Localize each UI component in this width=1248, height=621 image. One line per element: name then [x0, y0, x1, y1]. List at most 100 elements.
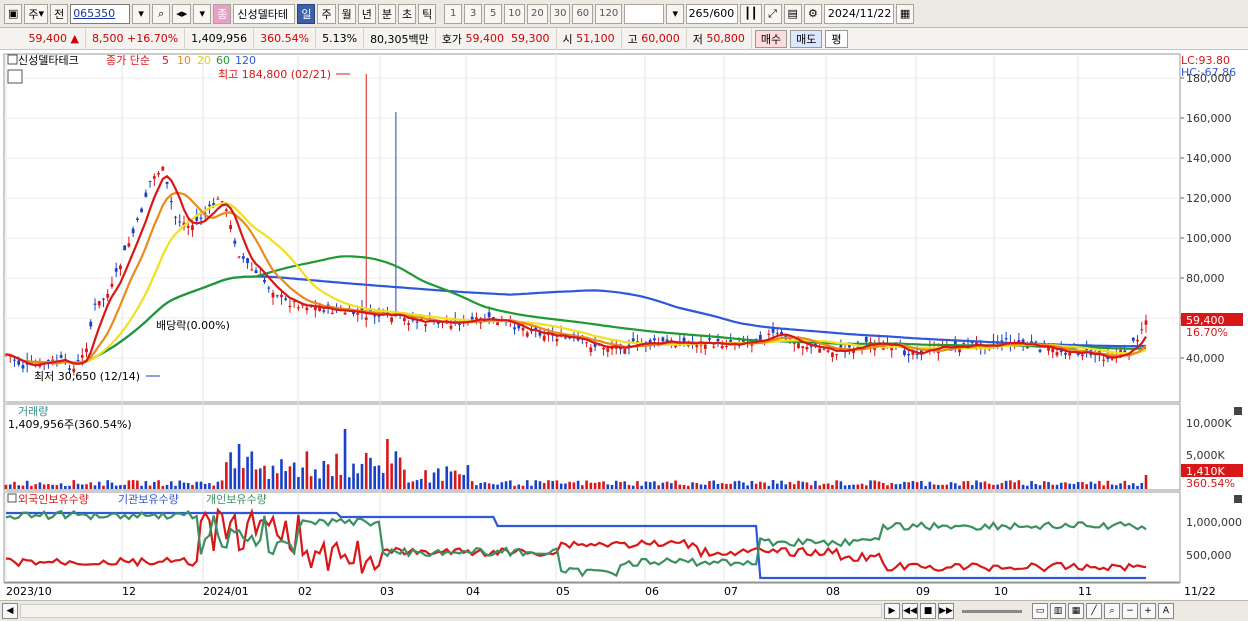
tab-week[interactable]: 주 — [317, 3, 336, 24]
volume-bar — [869, 480, 872, 489]
horizontal-scrollbar[interactable] — [20, 604, 882, 618]
volume-bar — [631, 485, 635, 489]
scroll-left-icon[interactable]: ◀ — [2, 603, 18, 619]
candle-body — [59, 355, 63, 358]
gear-icon[interactable]: ⚙ — [803, 3, 822, 24]
low-value: 50,800 — [706, 32, 745, 45]
split-icon[interactable]: ▥ — [1050, 603, 1066, 619]
volume-bar — [598, 482, 601, 489]
price-change-pct: +16.70% — [127, 32, 179, 45]
custom-interval-field[interactable] — [624, 3, 665, 24]
layout-icon[interactable]: ▭ — [1032, 603, 1048, 619]
eval-button[interactable]: 평 — [825, 29, 848, 48]
stop-icon[interactable]: ■ — [920, 603, 936, 619]
volume-bar — [640, 485, 643, 489]
volume-bar — [1038, 485, 1042, 489]
low-price: 저 50,800 — [687, 27, 752, 50]
volume-bar — [873, 480, 877, 489]
volume-panel-close-icon[interactable] — [1234, 407, 1242, 415]
candle-body — [330, 312, 334, 314]
data-count-field[interactable]: 265/600 — [686, 3, 739, 24]
interval-10[interactable]: 10 — [504, 3, 525, 24]
volume-bar — [80, 484, 84, 489]
scroll-right-icon[interactable]: ▶ — [884, 603, 900, 619]
candle-body — [191, 225, 194, 231]
stock-code-input[interactable]: 065350 — [70, 3, 131, 24]
trend-icon[interactable]: ╱ — [1086, 603, 1102, 619]
zoom-out-icon[interactable]: − — [1122, 603, 1138, 619]
save-icon[interactable]: ▤ — [783, 3, 802, 24]
volume-bar — [470, 481, 474, 489]
code-dropdown-icon[interactable]: ▾ — [132, 3, 151, 24]
candle-body — [775, 332, 779, 334]
period-select[interactable]: 주 ▾ — [24, 3, 49, 24]
interval-1[interactable]: 1 — [444, 3, 463, 24]
search-icon[interactable]: ⌕ — [152, 3, 171, 24]
interval-dropdown-icon[interactable]: ▾ — [666, 3, 685, 24]
volume-ratio: 360.54% — [254, 27, 317, 50]
candle-body — [271, 292, 275, 298]
table-view-icon[interactable] — [7, 69, 23, 84]
sell-button[interactable]: 매도 — [790, 29, 823, 48]
chart-area[interactable]: 신성델타테크 종가 단순 5 10 20 60 120 최고 184,800 (… — [0, 52, 1248, 599]
zoom-in-icon[interactable]: + — [1140, 603, 1156, 619]
candle-body — [157, 173, 160, 175]
candle-type-icon[interactable]: ┃┃ — [740, 3, 762, 24]
holding-menu-icon[interactable] — [7, 493, 17, 503]
candle-body — [254, 270, 258, 274]
stock-chart[interactable]: 신성델타테크 종가 단순 5 10 20 60 120 최고 184,800 (… — [0, 52, 1248, 599]
magnifier-icon[interactable]: ⌕ — [1104, 603, 1120, 619]
fast-forward-icon[interactable]: ▶▶ — [938, 603, 954, 619]
grid-icon[interactable]: ▦ — [1068, 603, 1084, 619]
volume-bar — [992, 484, 995, 489]
volume-bar — [339, 474, 343, 489]
volume-bar — [661, 482, 665, 489]
draw-tool-icon[interactable]: ⤢ — [763, 3, 782, 24]
candle-body — [525, 332, 529, 337]
rewind-icon[interactable]: ◀◀ — [902, 603, 918, 619]
x-axis-label: 07 — [724, 585, 738, 598]
interval-5[interactable]: 5 — [484, 3, 503, 24]
tab-tick[interactable]: 틱 — [418, 3, 437, 24]
prev-button[interactable]: 전 — [50, 3, 69, 24]
text-tool-icon[interactable]: A — [1158, 603, 1174, 619]
buy-button[interactable]: 매수 — [754, 29, 788, 48]
volume-bar — [1089, 481, 1093, 489]
sound-icon[interactable]: ◂▸ — [172, 3, 192, 24]
volume-bar — [1136, 485, 1139, 489]
candle-body — [1038, 349, 1042, 352]
interval-60[interactable]: 60 — [572, 3, 594, 24]
tab-second[interactable]: 초 — [397, 3, 417, 24]
tab-minute[interactable]: 분 — [377, 3, 396, 24]
tab-day[interactable]: 일 — [297, 3, 316, 24]
candle-body — [830, 352, 834, 357]
interval-3[interactable]: 3 — [464, 3, 483, 24]
candle-body — [907, 354, 911, 356]
tab-month[interactable]: 월 — [337, 3, 356, 24]
candle-body — [322, 310, 326, 312]
more-dropdown-icon[interactable]: ▾ — [193, 3, 212, 24]
interval-120[interactable]: 120 — [595, 3, 623, 24]
holding-panel-close-icon[interactable] — [1234, 495, 1242, 503]
tab-year[interactable]: 년 — [357, 3, 376, 24]
zoom-slider[interactable] — [962, 609, 1022, 613]
volume-bar — [398, 457, 402, 489]
date-field[interactable]: 2024/11/22 — [823, 3, 894, 24]
volume-bar — [352, 463, 355, 489]
data-count-value: 265 — [688, 7, 710, 20]
volume-bar — [831, 485, 834, 489]
candle-body — [127, 243, 131, 247]
x-axis-label: 08 — [826, 585, 840, 598]
candle-body — [1144, 320, 1148, 325]
calendar-icon[interactable]: ▦ — [895, 3, 915, 24]
panel-menu-icon[interactable] — [7, 54, 18, 65]
interval-30[interactable]: 30 — [549, 3, 571, 24]
chart-menu-icon[interactable]: ▣ — [4, 3, 23, 24]
candle-body — [661, 337, 665, 342]
volume-bar — [140, 485, 143, 489]
bid-ask: 호가 59,400 59,300 — [436, 27, 557, 50]
x-axis-label: 2024/01 — [203, 585, 249, 598]
candle-body — [186, 225, 190, 228]
interval-20[interactable]: 20 — [526, 3, 548, 24]
stock-type-pill[interactable]: 종 — [213, 3, 232, 24]
